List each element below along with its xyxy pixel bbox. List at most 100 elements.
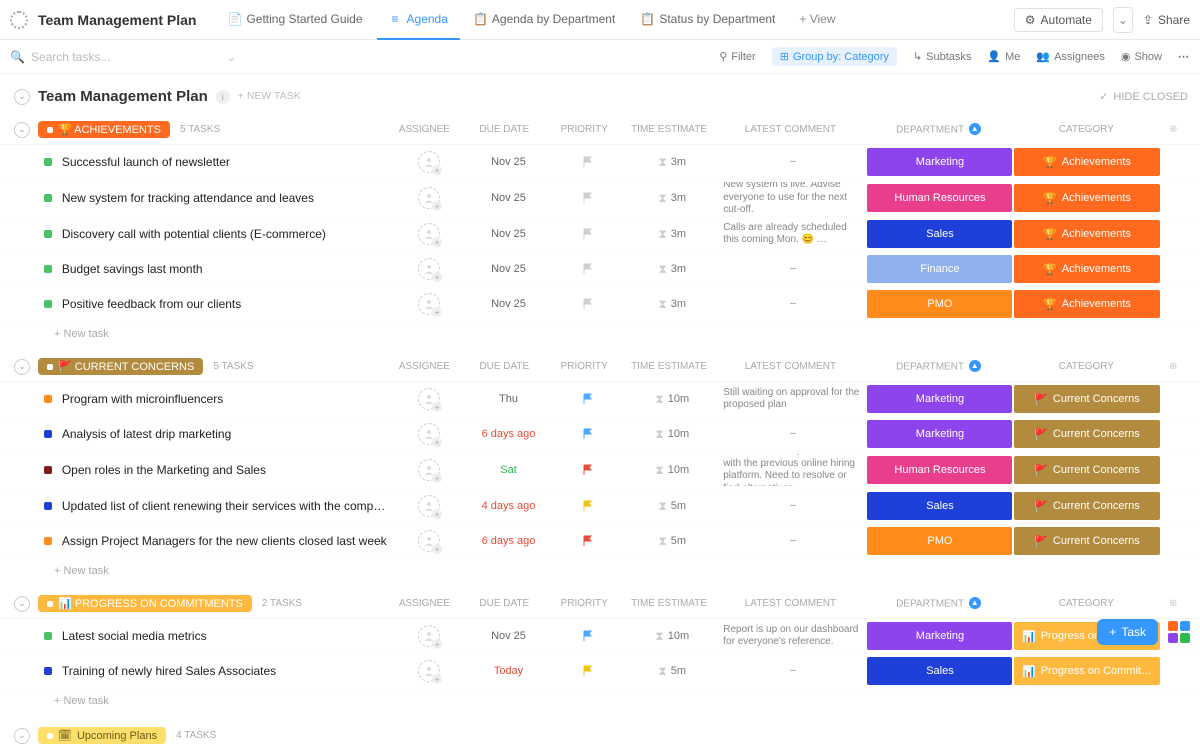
col-department[interactable]: DEPARTMENT ▲: [864, 124, 1012, 136]
due-date[interactable]: Sat: [466, 464, 550, 476]
estimate-cell[interactable]: ⧗3m: [625, 155, 719, 170]
due-date[interactable]: Nov 25: [466, 630, 550, 642]
category-chip[interactable]: 🏆Achievements: [1013, 183, 1160, 213]
latest-comment[interactable]: –: [719, 663, 866, 680]
col-estimate[interactable]: TIME ESTIMATE: [622, 598, 717, 609]
assignee-cell[interactable]: [392, 459, 467, 481]
col-category[interactable]: CATEGORY: [1012, 361, 1160, 372]
task-name[interactable]: Updated list of client renewing their se…: [62, 499, 392, 513]
show-button[interactable]: ◉Show: [1121, 50, 1162, 63]
col-comment[interactable]: LATEST COMMENT: [716, 598, 864, 609]
share-button[interactable]: ⇪ Share: [1143, 13, 1190, 27]
col-due[interactable]: DUE DATE: [462, 598, 547, 609]
add-view-button[interactable]: + View: [787, 0, 847, 40]
category-chip[interactable]: 🚩Current Concerns: [1013, 455, 1160, 485]
estimate-cell[interactable]: ⧗10m: [625, 463, 719, 478]
estimate-cell[interactable]: ⧗5m: [625, 664, 719, 679]
task-name[interactable]: New system for tracking attendance and l…: [62, 191, 392, 205]
estimate-cell[interactable]: ⧗10m: [625, 427, 719, 442]
due-date[interactable]: 4 days ago: [466, 500, 550, 512]
task-row[interactable]: Training of newly hired Sales Associates…: [0, 654, 1200, 689]
department-chip[interactable]: Human Resources: [866, 455, 1013, 485]
more-menu[interactable]: ⋯: [1178, 50, 1190, 63]
department-chip[interactable]: Sales: [866, 656, 1013, 686]
category-chip[interactable]: 🚩Current Concerns: [1013, 526, 1160, 556]
assignee-cell[interactable]: [392, 223, 467, 245]
priority-cell[interactable]: [551, 192, 626, 204]
col-priority[interactable]: PRIORITY: [547, 361, 622, 372]
latest-comment[interactable]: –: [719, 261, 866, 278]
task-row[interactable]: New system for tracking attendance and l…: [0, 180, 1200, 217]
priority-cell[interactable]: [551, 156, 626, 168]
assignee-avatar[interactable]: [418, 459, 440, 481]
department-chip[interactable]: Finance: [866, 254, 1013, 284]
task-name[interactable]: Open roles in the Marketing and Sales: [62, 463, 392, 477]
due-date[interactable]: Nov 25: [466, 156, 550, 168]
due-date[interactable]: Nov 25: [466, 298, 550, 310]
tab-status-by-department[interactable]: 📋Status by Department: [629, 0, 787, 40]
col-category[interactable]: CATEGORY: [1012, 124, 1160, 135]
task-row[interactable]: Discovery call with potential clients (E…: [0, 217, 1200, 252]
priority-cell[interactable]: [551, 228, 626, 240]
latest-comment[interactable]: –: [719, 533, 866, 550]
subtasks-button[interactable]: ↳Subtasks: [913, 50, 971, 63]
assignee-cell[interactable]: [392, 151, 467, 173]
category-chip[interactable]: 🚩Current Concerns: [1013, 384, 1160, 414]
latest-comment[interactable]: Report is up on our dashboard for everyo…: [719, 622, 866, 651]
assignee-avatar[interactable]: [418, 258, 440, 280]
department-chip[interactable]: Marketing: [866, 384, 1013, 414]
latest-comment[interactable]: We have subscription issues with the pre…: [719, 454, 866, 486]
info-icon[interactable]: i: [216, 90, 230, 104]
col-comment[interactable]: LATEST COMMENT: [716, 124, 864, 135]
search-input[interactable]: 🔍 Search tasks... ⌄: [10, 50, 236, 64]
task-row[interactable]: Analysis of latest drip marketing6 days …: [0, 417, 1200, 452]
col-estimate[interactable]: TIME ESTIMATE: [622, 361, 717, 372]
task-name[interactable]: Successful launch of newsletter: [62, 155, 392, 169]
department-chip[interactable]: PMO: [866, 526, 1013, 556]
task-row[interactable]: Program with microinfluencersThu⧗10mStil…: [0, 382, 1200, 417]
add-column-button[interactable]: ⊕: [1160, 598, 1186, 609]
latest-comment[interactable]: Still waiting on approval for the propos…: [719, 385, 866, 414]
col-category[interactable]: CATEGORY: [1012, 598, 1160, 609]
estimate-cell[interactable]: ⧗5m: [625, 534, 719, 549]
latest-comment[interactable]: –: [719, 296, 866, 313]
new-task-fab[interactable]: + Task: [1097, 619, 1158, 645]
estimate-cell[interactable]: ⧗3m: [625, 191, 719, 206]
assignee-avatar[interactable]: [418, 187, 440, 209]
task-row[interactable]: Open roles in the Marketing and Sales Sat…: [0, 452, 1200, 489]
assignee-cell[interactable]: [392, 625, 467, 647]
task-row[interactable]: Budget savings last monthNov 25⧗3m–Finan…: [0, 252, 1200, 287]
estimate-cell[interactable]: ⧗5m: [625, 499, 719, 514]
task-row[interactable]: Updated list of client renewing their se…: [0, 489, 1200, 524]
due-date[interactable]: Today: [466, 665, 550, 677]
assignee-avatar[interactable]: [418, 388, 440, 410]
task-name[interactable]: Discovery call with potential clients (E…: [62, 227, 392, 241]
task-name[interactable]: Budget savings last month: [62, 262, 392, 276]
estimate-cell[interactable]: ⧗10m: [625, 392, 719, 407]
task-name[interactable]: Training of newly hired Sales Associates: [62, 664, 392, 678]
task-name[interactable]: Assign Project Managers for the new clie…: [62, 534, 392, 548]
assignee-avatar[interactable]: [418, 660, 440, 682]
category-chip[interactable]: 🚩Current Concerns: [1013, 419, 1160, 449]
col-priority[interactable]: PRIORITY: [547, 124, 622, 135]
task-row[interactable]: Latest social media metricsNov 25⧗10mRep…: [0, 619, 1200, 654]
tab-agenda-by-department[interactable]: 📋Agenda by Department: [462, 0, 627, 40]
col-estimate[interactable]: TIME ESTIMATE: [622, 124, 717, 135]
me-button[interactable]: 👤Me: [987, 50, 1020, 63]
latest-comment[interactable]: –: [719, 154, 866, 171]
assignee-avatar[interactable]: [418, 293, 440, 315]
new-task-row[interactable]: + New task: [0, 559, 1200, 587]
task-row[interactable]: Positive feedback from our clientsNov 25…: [0, 287, 1200, 322]
latest-comment[interactable]: New system is live. Advise everyone to u…: [719, 182, 866, 214]
section-collapse-button[interactable]: ⌄: [14, 122, 30, 138]
assignee-avatar[interactable]: [418, 625, 440, 647]
col-department[interactable]: DEPARTMENT ▲: [864, 361, 1012, 373]
due-date[interactable]: Nov 25: [466, 192, 550, 204]
filter-button[interactable]: ⚲Filter: [719, 50, 756, 63]
category-chip[interactable]: 🏆Achievements: [1013, 219, 1160, 249]
department-chip[interactable]: PMO: [866, 289, 1013, 319]
assignee-cell[interactable]: [392, 388, 467, 410]
col-assignee[interactable]: ASSIGNEE: [387, 124, 462, 135]
priority-cell[interactable]: [551, 263, 626, 275]
estimate-cell[interactable]: ⧗3m: [625, 297, 719, 312]
